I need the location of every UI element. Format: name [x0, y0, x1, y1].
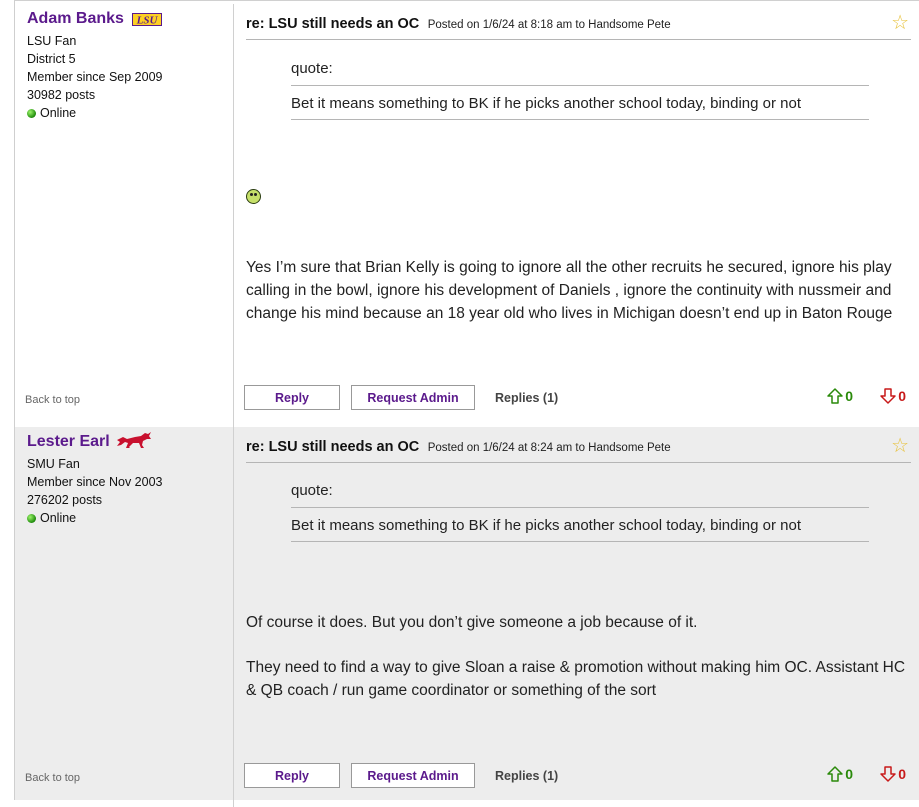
forum-post: Lester Earl SMU Fan Member since Nov 200… [15, 427, 919, 807]
back-to-top-link[interactable]: Back to top [25, 394, 80, 406]
post-content: re: LSU still needs an OC Posted on 1/6/… [234, 4, 919, 373]
posted-info: Posted on 1/6/24 at 8:24 am to Handsome … [427, 442, 671, 454]
author-name-link[interactable]: Lester Earl [27, 433, 110, 451]
author-panel: Lester Earl SMU Fan Member since Nov 200… [15, 427, 234, 751]
reply-button[interactable]: Reply [244, 763, 340, 788]
upvote-button[interactable]: 0 [827, 388, 853, 404]
post-header: re: LSU still needs an OC Posted on 1/6/… [246, 438, 671, 456]
online-dot-icon [27, 109, 36, 118]
svg-text:LSU: LSU [136, 15, 159, 27]
footer-divider [233, 373, 234, 429]
reply-button[interactable]: Reply [244, 385, 340, 410]
request-admin-button[interactable]: Request Admin [351, 385, 475, 410]
quote-label: quote: [291, 60, 869, 86]
post-footer: Back to top Reply Request Admin Replies … [15, 373, 919, 429]
arrow-down-icon [880, 766, 896, 782]
post-content: re: LSU still needs an OC Posted on 1/6/… [234, 427, 919, 751]
post-footer: Back to top Reply Request Admin Replies … [15, 751, 919, 807]
upvote-button[interactable]: 0 [827, 766, 853, 782]
favorite-star-icon[interactable]: ☆ [891, 13, 909, 33]
author-panel: Adam Banks LSU LSU Fan District 5 Member… [15, 4, 234, 373]
post-count: 30982 posts [27, 88, 96, 102]
fan-of: LSU Fan [27, 34, 77, 48]
replies-link[interactable]: Replies (1) [495, 391, 558, 405]
lsu-logo-icon: LSU [132, 13, 162, 31]
quote-block: quote: Bet it means something to BK if h… [291, 60, 869, 120]
upvote-count: 0 [845, 388, 853, 404]
member-since: Member since Sep 2009 [27, 70, 163, 84]
header-divider [246, 462, 911, 463]
online-label: Online [40, 511, 77, 525]
back-to-top-link[interactable]: Back to top [25, 772, 80, 784]
posted-info: Posted on 1/6/24 at 8:18 am to Handsome … [427, 19, 671, 31]
fan-of: SMU Fan [27, 457, 80, 471]
downvote-count: 0 [898, 766, 906, 782]
post-paragraph: Of course it does. But you don’t give so… [246, 614, 698, 631]
author-meta: SMU Fan Member since Nov 2003 276202 pos… [27, 455, 162, 527]
online-dot-icon [27, 514, 36, 523]
quote-block: quote: Bet it means something to BK if h… [291, 482, 869, 542]
post-body: Yes I’m sure that Brian Kelly is going t… [246, 256, 916, 325]
post-body: Of course it does. But you don’t give so… [246, 611, 916, 702]
downvote-button[interactable]: 0 [880, 388, 906, 404]
post-paragraph: Yes I’m sure that Brian Kelly is going t… [246, 259, 893, 322]
district: District 5 [27, 52, 76, 66]
online-label: Online [40, 106, 77, 120]
post-paragraph: They need to find a way to give Sloan a … [246, 659, 906, 699]
author-name-link[interactable]: Adam Banks [27, 10, 124, 28]
downvote-button[interactable]: 0 [880, 766, 906, 782]
request-admin-button[interactable]: Request Admin [351, 763, 475, 788]
member-since: Member since Nov 2003 [27, 475, 163, 489]
online-status: Online [27, 104, 163, 122]
post-count: 276202 posts [27, 493, 103, 507]
quote-label: quote: [291, 482, 869, 508]
smu-mustang-icon [115, 431, 153, 454]
nerd-smiley-icon [246, 189, 261, 204]
quote-text: Bet it means something to BK if he picks… [291, 86, 869, 120]
arrow-up-icon [827, 388, 843, 404]
footer-divider [233, 751, 234, 807]
post-subject: re: LSU still needs an OC [246, 439, 420, 455]
left-page-border [0, 0, 15, 800]
arrow-up-icon [827, 766, 843, 782]
author-meta: LSU Fan District 5 Member since Sep 2009… [27, 32, 163, 122]
arrow-down-icon [880, 388, 896, 404]
post-subject: re: LSU still needs an OC [246, 16, 420, 32]
favorite-star-icon[interactable]: ☆ [891, 436, 909, 456]
replies-link[interactable]: Replies (1) [495, 769, 558, 783]
online-status: Online [27, 509, 162, 527]
forum-post: Adam Banks LSU LSU Fan District 5 Member… [15, 4, 919, 431]
quote-text: Bet it means something to BK if he picks… [291, 508, 869, 542]
upvote-count: 0 [845, 766, 853, 782]
post-header: re: LSU still needs an OC Posted on 1/6/… [246, 15, 671, 33]
downvote-count: 0 [898, 388, 906, 404]
header-divider [246, 39, 911, 40]
